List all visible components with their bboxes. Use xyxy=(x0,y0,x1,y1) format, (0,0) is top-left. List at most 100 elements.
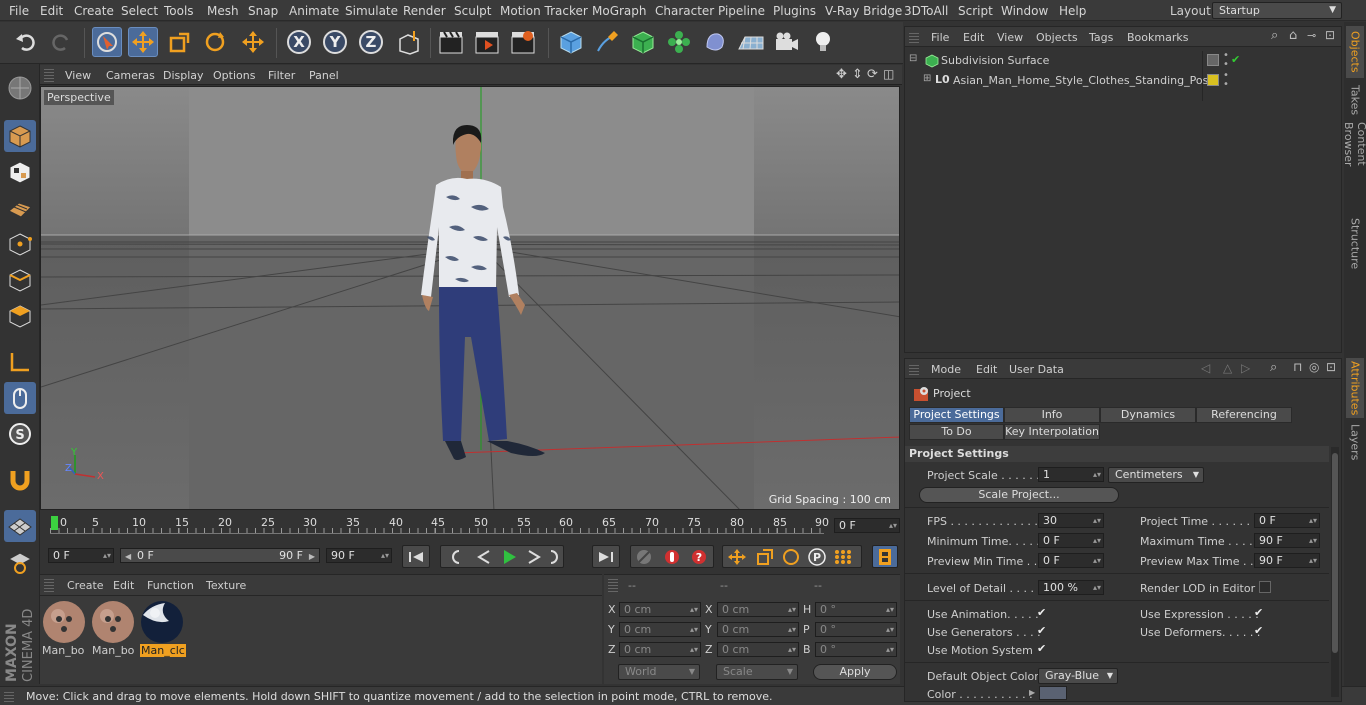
autokey-button[interactable]: ? xyxy=(689,548,709,569)
axis-mode-button[interactable] xyxy=(4,346,36,378)
use-animation-checkbox[interactable]: ✔ xyxy=(1037,607,1049,619)
color-swatch[interactable] xyxy=(1039,686,1067,700)
side-tab-layers[interactable]: Layers xyxy=(1346,422,1364,462)
menu-motion-tracker[interactable]: Motion Tracker xyxy=(500,4,588,18)
objects-menu-edit[interactable]: Edit xyxy=(963,31,984,44)
project-scale-field[interactable]: 1 ▴▾ xyxy=(1038,467,1104,482)
scrollbar-track[interactable] xyxy=(1331,447,1339,697)
menu-render[interactable]: Render xyxy=(403,4,446,18)
timeline[interactable]: 0 5 10 15 20 25 30 35 40 45 50 55 60 65 … xyxy=(40,512,902,544)
pen-tool-button[interactable] xyxy=(592,27,622,57)
tab-info[interactable]: Info xyxy=(1004,407,1100,423)
timeline-window-button[interactable] xyxy=(872,545,898,568)
record-mode-button[interactable] xyxy=(634,548,654,569)
layer-color-icon[interactable] xyxy=(1207,74,1219,86)
key-parameter-button[interactable]: P xyxy=(807,548,827,569)
floor-button[interactable] xyxy=(736,27,766,57)
preview-max-time-field[interactable]: 90 F ▴▾ xyxy=(1254,553,1320,568)
viewport-menu-options[interactable]: Options xyxy=(213,69,255,82)
back-arrow-icon[interactable]: ◁ xyxy=(1201,361,1210,375)
pos-y-field[interactable]: 0 cm ▴▾ xyxy=(619,622,701,637)
use-motion-system-checkbox[interactable]: ✔ xyxy=(1037,643,1049,655)
undo-button[interactable] xyxy=(11,27,41,57)
rotate-tool-button[interactable] xyxy=(200,27,230,57)
next-key-button[interactable] xyxy=(545,548,565,569)
camera-button[interactable] xyxy=(772,27,802,57)
go-to-end-button[interactable] xyxy=(592,545,620,568)
render-settings-button[interactable] xyxy=(508,27,538,57)
tab-referencing[interactable]: Referencing xyxy=(1196,407,1292,423)
rot-p-field[interactable]: 0 ° ▴▾ xyxy=(815,622,897,637)
side-tab-takes[interactable]: Takes xyxy=(1346,82,1364,118)
key-scale-button[interactable] xyxy=(755,548,775,569)
zoom-view-icon[interactable]: ⇕ xyxy=(852,67,863,82)
previous-frame-button[interactable] xyxy=(475,548,495,569)
timeline-ruler[interactable]: 0 5 10 15 20 25 30 35 40 45 50 55 60 65 … xyxy=(50,516,829,534)
menu-3dtoall[interactable]: 3DToAll xyxy=(904,4,948,18)
expand-arrow-icon[interactable]: ▶ xyxy=(1029,688,1035,697)
deformer-button[interactable] xyxy=(700,27,730,57)
objects-menu-objects[interactable]: Objects xyxy=(1036,31,1078,44)
workplane-mode-button[interactable] xyxy=(4,192,36,224)
tab-dynamics[interactable]: Dynamics xyxy=(1100,407,1196,423)
rotate-view-icon[interactable]: ⟳ xyxy=(867,67,878,82)
rot-h-field[interactable]: 0 ° ▴▾ xyxy=(815,602,897,617)
z-axis-lock-button[interactable]: Z xyxy=(356,27,386,57)
size-y-field[interactable]: 0 cm ▴▾ xyxy=(717,622,799,637)
search-icon[interactable]: ⌕ xyxy=(1270,360,1277,375)
rot-b-field[interactable]: 0 ° ▴▾ xyxy=(815,642,897,657)
next-frame-button[interactable] xyxy=(523,548,543,569)
back-icon[interactable]: ⊸ xyxy=(1307,29,1316,42)
side-tab-objects[interactable]: Objects xyxy=(1346,26,1364,78)
light-button[interactable] xyxy=(808,27,838,57)
objects-menu-tags[interactable]: Tags xyxy=(1089,31,1113,44)
new-window-icon[interactable]: ⊡ xyxy=(1325,28,1335,42)
scrollbar-thumb[interactable] xyxy=(1332,453,1338,653)
viewport-perspective[interactable]: Y X Z Perspective Grid Spacing : 100 cm xyxy=(40,86,900,510)
preview-range-slider[interactable]: ◀ 0 F 90 F ▶ xyxy=(120,548,320,563)
use-generators-checkbox[interactable]: ✔ xyxy=(1037,625,1049,637)
maximize-view-icon[interactable]: ◫ xyxy=(883,67,894,81)
lock-icon[interactable]: ⊓ xyxy=(1293,360,1302,374)
x-axis-lock-button[interactable]: X xyxy=(284,27,314,57)
pos-x-field[interactable]: 0 cm ▴▾ xyxy=(619,602,701,617)
size-z-field[interactable]: 0 cm ▴▾ xyxy=(717,642,799,657)
material-menu-edit[interactable]: Edit xyxy=(113,579,134,592)
collapse-icon[interactable]: ⊟ xyxy=(909,53,917,64)
menu-plugins[interactable]: Plugins xyxy=(773,4,816,18)
menu-window[interactable]: Window xyxy=(1001,4,1048,18)
size-mode-dropdown[interactable]: Scale ▼ xyxy=(716,664,798,680)
menu-sculpt[interactable]: Sculpt xyxy=(454,4,491,18)
transform-tool-button[interactable] xyxy=(238,27,268,57)
current-frame-field[interactable]: 0 F ▴▾ xyxy=(834,518,900,533)
solo-mode-button[interactable]: S xyxy=(4,418,36,450)
layout-dropdown[interactable]: Startup ▼ xyxy=(1212,2,1342,19)
record-keys-button[interactable] xyxy=(662,548,682,569)
start-frame-field[interactable]: 0 F ▴▾ xyxy=(48,548,114,563)
maximum-time-field[interactable]: 90 F ▴▾ xyxy=(1254,533,1320,548)
render-view-button[interactable] xyxy=(436,27,466,57)
menu-edit[interactable]: Edit xyxy=(40,4,63,18)
side-tab-structure[interactable]: Structure xyxy=(1346,216,1364,272)
key-rotation-button[interactable] xyxy=(781,548,801,569)
polygons-mode-button[interactable] xyxy=(4,300,36,332)
use-deformers-checkbox[interactable]: ✔ xyxy=(1254,625,1266,637)
home-icon[interactable]: ⌂ xyxy=(1289,28,1297,43)
go-to-start-button[interactable] xyxy=(402,545,430,568)
objects-menu-file[interactable]: File xyxy=(931,31,949,44)
points-mode-button[interactable] xyxy=(4,228,36,260)
viewport-menu-panel[interactable]: Panel xyxy=(309,69,339,82)
material-menu-function[interactable]: Function xyxy=(147,579,194,592)
menu-create[interactable]: Create xyxy=(74,4,114,18)
material-menu-texture[interactable]: Texture xyxy=(206,579,246,592)
model-mode-button[interactable] xyxy=(4,120,36,152)
layer-icon[interactable] xyxy=(1207,54,1219,66)
scale-tool-button[interactable] xyxy=(164,27,194,57)
render-picture-viewer-button[interactable] xyxy=(472,27,502,57)
preview-min-time-field[interactable]: 0 F ▴▾ xyxy=(1038,553,1104,568)
menu-file[interactable]: File xyxy=(9,4,29,18)
fps-field[interactable]: 30 ▴▾ xyxy=(1038,513,1104,528)
expand-icon[interactable]: ⊞ xyxy=(923,73,931,84)
move-tool-button[interactable] xyxy=(128,27,158,57)
add-cube-button[interactable] xyxy=(556,27,586,57)
